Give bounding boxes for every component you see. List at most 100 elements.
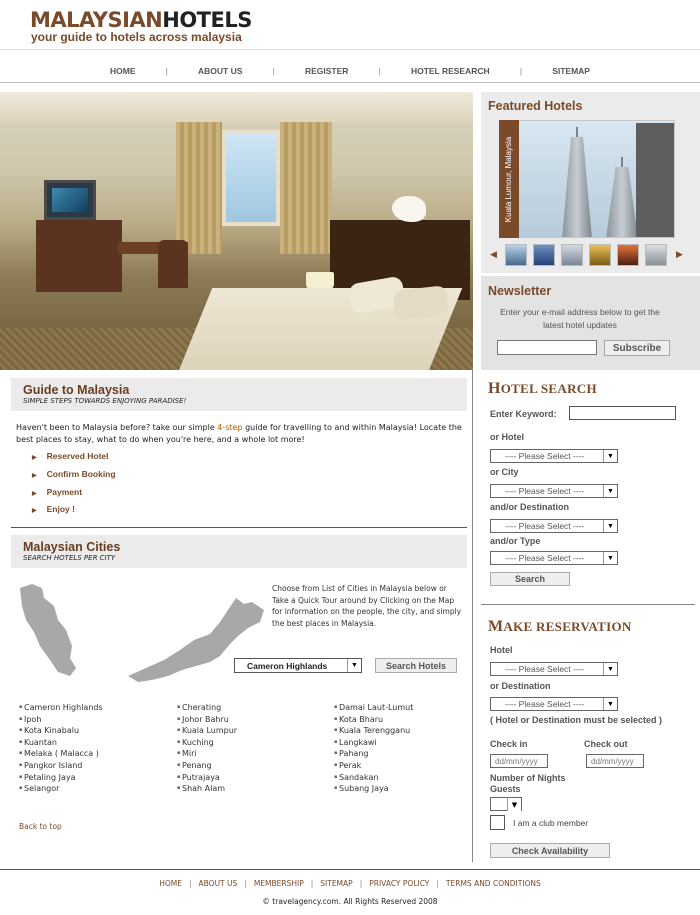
city-link[interactable]: Kuching [177, 737, 327, 749]
city-link[interactable]: Miri [177, 748, 327, 760]
city-link[interactable]: Subang Jaya [334, 783, 484, 795]
city-link[interactable]: Kuantan [19, 737, 169, 749]
featured-thumbnail[interactable] [589, 244, 611, 266]
city-link[interactable]: Johor Bahru [177, 714, 327, 726]
main-nav: HOME | ABOUT US | REGISTER | HOTEL RESEA… [110, 66, 590, 76]
guide-step[interactable]: ▶ Enjoy ! [32, 504, 75, 514]
check-availability-button[interactable]: Check Availability [490, 843, 610, 858]
footer-link-membership[interactable]: MEMBERSHIP [254, 879, 304, 888]
club-member-label: I am a club member [513, 818, 589, 828]
column-divider [472, 370, 473, 862]
hotel-select[interactable]: ---- Please Select ---- ▼ [490, 449, 618, 463]
featured-thumbnail[interactable] [617, 244, 639, 266]
city-search-select[interactable]: ---- Please Select ---- ▼ [490, 484, 618, 498]
city-link[interactable]: Selangor [19, 783, 169, 795]
guide-step[interactable]: ▶ Confirm Booking [32, 469, 116, 479]
keyword-input[interactable] [569, 406, 676, 420]
featured-hotels-title: Featured Hotels [488, 99, 583, 113]
city-select[interactable]: Cameron Highlands ▼ [234, 658, 362, 673]
chevron-down-icon: ▼ [603, 485, 617, 497]
reservation-destination-label: or Destination [490, 681, 551, 691]
footer-link-terms[interactable]: TERMS AND CONDITIONS [446, 879, 541, 888]
copyright-text: © travelagency.com. All Rights Reserved … [262, 897, 438, 906]
city-link[interactable]: Kuala Terengganu [334, 725, 484, 737]
newsletter-email-input[interactable] [497, 340, 597, 355]
next-arrow-icon[interactable]: ▶ [676, 250, 683, 260]
reservation-hotel-select[interactable]: ---- Please Select ---- ▼ [490, 662, 618, 676]
city-link[interactable]: Cameron Highlands [19, 702, 169, 714]
city-link[interactable]: Kota Bharu [334, 714, 484, 726]
city-link[interactable]: Shah Alam [177, 783, 327, 795]
prev-arrow-icon[interactable]: ◀ [490, 250, 497, 260]
guide-step[interactable]: ▶ Reserved Hotel [32, 451, 109, 461]
nav-about-us[interactable]: ABOUT US [198, 66, 242, 76]
city-link[interactable]: Cherating [177, 702, 327, 714]
nav-sitemap[interactable]: SITEMAP [552, 66, 590, 76]
city-link[interactable]: Petaling Jaya [19, 772, 169, 784]
site-logo[interactable]: MALAYSIANHOTELS [30, 8, 252, 32]
checkout-date-input[interactable]: dd/mm/yyyy [586, 754, 644, 768]
city-select-value: Cameron Highlands [247, 660, 328, 671]
chevron-down-icon: ▼ [347, 659, 361, 672]
city-link[interactable]: Penang [177, 760, 327, 772]
guests-select[interactable]: ▼ [490, 797, 522, 811]
featured-caption-wrap: Kuala Lumour, Malaysia [499, 120, 519, 238]
nav-home[interactable]: HOME [110, 66, 136, 76]
city-link[interactable]: Pangkor Island [19, 760, 169, 772]
footer-separator: | [436, 879, 439, 888]
reservation-destination-select-value: ---- Please Select ---- [505, 699, 585, 709]
malaysia-map[interactable] [14, 580, 272, 690]
city-link[interactable]: Melaka ( Malacca ) [19, 748, 169, 760]
city-link[interactable]: Langkawi [334, 737, 484, 749]
city-link[interactable]: Damai Laut-Lumut [334, 702, 484, 714]
map-instructions: Choose from List of Cities in Malaysia b… [272, 584, 462, 628]
city-link[interactable]: Sandakan [334, 772, 484, 784]
city-link[interactable]: Putrajaya [177, 772, 327, 784]
hotel-label: or Hotel [490, 432, 525, 442]
guide-header: Guide to Malaysia SIMPLE STEPS TOWARDS E… [11, 378, 467, 411]
guide-title: Guide to Malaysia [23, 383, 130, 397]
city-link[interactable]: Perak [334, 760, 484, 772]
foreground-building [636, 123, 674, 237]
city-link[interactable]: Kota Kinabalu [19, 725, 169, 737]
footer-link-about-us[interactable]: ABOUT US [199, 879, 238, 888]
checkin-label: Check in [490, 739, 528, 749]
club-member-checkbox[interactable] [490, 815, 505, 830]
guide-step[interactable]: ▶ Payment [32, 487, 82, 497]
featured-thumbnail[interactable] [505, 244, 527, 266]
destination-select[interactable]: ---- Please Select ---- ▼ [490, 519, 618, 533]
footer-separator: | [244, 879, 247, 888]
back-to-top-link[interactable]: Back to top [19, 822, 62, 831]
type-select[interactable]: ---- Please Select ---- ▼ [490, 551, 618, 565]
nav-hotel-research[interactable]: HOTEL RESEARCH [411, 66, 490, 76]
city-link[interactable]: Ipoh [19, 714, 169, 726]
nav-register[interactable]: REGISTER [305, 66, 348, 76]
city-link[interactable]: Pahang [334, 748, 484, 760]
featured-thumbnail[interactable] [533, 244, 555, 266]
reservation-hotel-select-value: ---- Please Select ---- [505, 664, 585, 674]
footer-link-home[interactable]: HOME [159, 879, 182, 888]
triangle-bullet-icon: ▶ [32, 491, 37, 497]
reservation-destination-select[interactable]: ---- Please Select ---- ▼ [490, 697, 618, 711]
four-step-link[interactable]: 4-step [217, 423, 242, 432]
featured-caption: Kuala Lumour, Malaysia [504, 136, 514, 222]
footer-link-sitemap[interactable]: SITEMAP [320, 879, 352, 888]
checkin-date-input[interactable]: dd/mm/yyyy [490, 754, 548, 768]
triangle-bullet-icon: ▶ [32, 473, 37, 479]
guide-intro: Haven't been to Malaysia before? take ou… [16, 422, 466, 446]
chevron-down-icon: ▼ [603, 450, 617, 462]
footer-link-privacy[interactable]: PRIVACY POLICY [369, 879, 429, 888]
make-reservation-title: MAKE RESERVATION [488, 618, 632, 636]
nights-label: Number of Nights [490, 773, 566, 783]
featured-thumbnail[interactable] [561, 244, 583, 266]
hero-window [222, 130, 280, 226]
search-hotels-button[interactable]: Search Hotels [375, 658, 457, 673]
featured-thumbnail[interactable] [645, 244, 667, 266]
featured-hotel-photo[interactable] [499, 120, 675, 238]
subscribe-button[interactable]: Subscribe [604, 340, 670, 356]
hotel-search-button[interactable]: Search [490, 572, 570, 586]
nav-divider [0, 82, 700, 83]
hero-curtain-left [176, 122, 222, 254]
city-link[interactable]: Kuala Lumpur [177, 725, 327, 737]
hero-flower [392, 196, 426, 222]
